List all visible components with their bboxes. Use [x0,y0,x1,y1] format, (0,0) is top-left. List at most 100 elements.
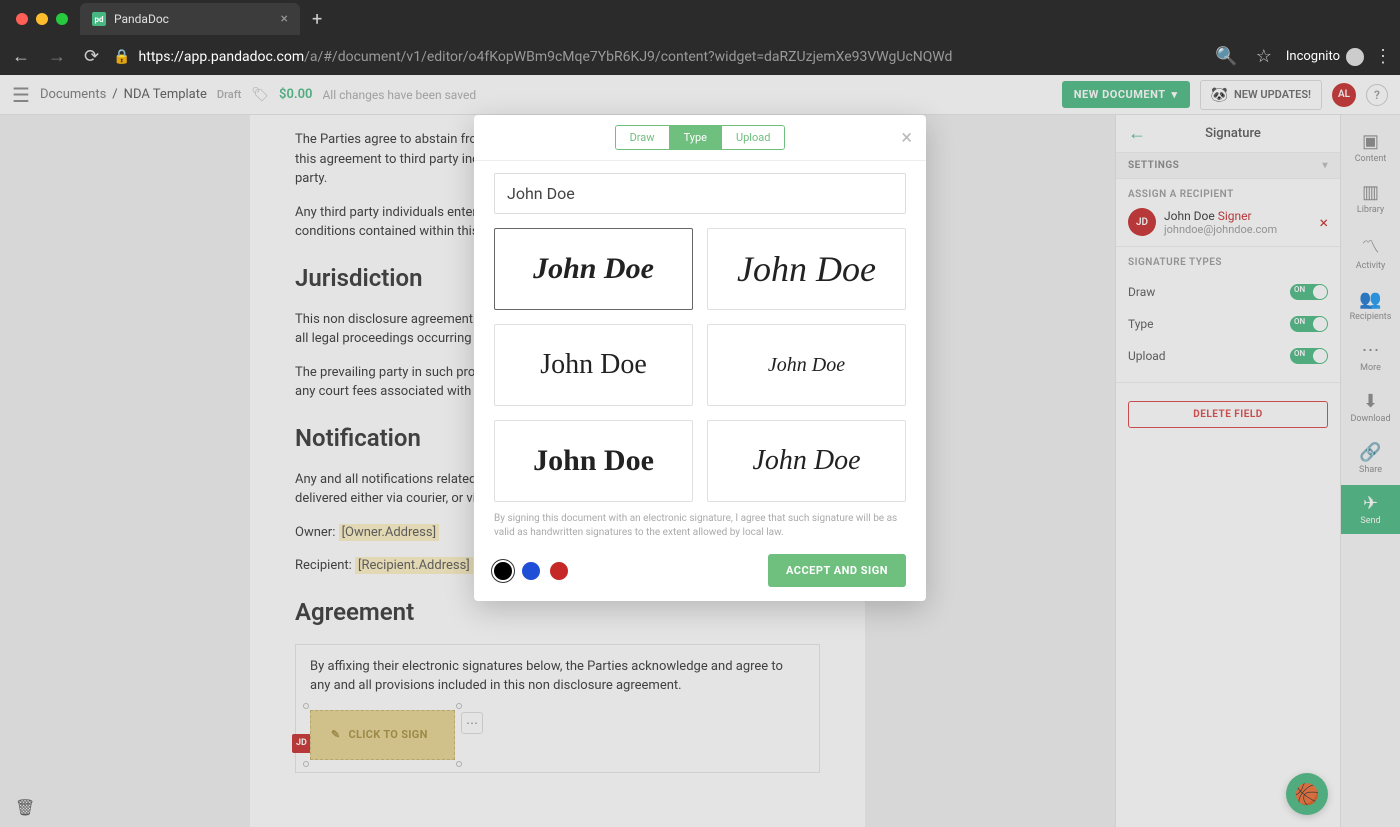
search-icon[interactable]: 🔍 [1211,42,1241,71]
signature-style-6[interactable]: John Doe [707,420,906,502]
back-button[interactable]: ← [8,42,34,71]
url-path: /a/#/document/v1/editor/o4fKopWBm9cMqe7Y… [304,49,952,65]
trash-icon[interactable]: 🗑 [15,798,35,817]
icon-rail: ▣Content ▥Library 〽Activity 👥Recipients … [1340,115,1400,827]
browser-chrome: pd PandaDoc × + ← → ⟳ 🔒 https://app.pand… [0,0,1400,75]
rail-more[interactable]: ⋯More [1341,332,1400,381]
sig-type-draw-row: Draw ON [1128,276,1328,308]
signature-widget: JD ✎ CLICK TO SIGN ⋯ [310,710,455,761]
click-to-sign-button[interactable]: ✎ CLICK TO SIGN [310,710,455,761]
signature-style-4[interactable]: John Doe [707,324,906,406]
rail-recipients[interactable]: 👥Recipients [1341,281,1400,330]
header-right: NEW DOCUMENT ▾ 🐼 NEW UPDATES! AL ? [1062,80,1388,110]
browser-tab[interactable]: pd PandaDoc × [80,3,300,35]
signature-style-1[interactable]: John Doe [494,228,693,310]
assign-recipient-block: ASSIGN A RECIPIENT JD John Doe Signer jo… [1116,179,1340,247]
window-maximize-button[interactable] [56,13,68,25]
accept-and-sign-button[interactable]: ACCEPT AND SIGN [768,554,906,587]
tab-close-icon[interactable]: × [281,11,288,27]
breadcrumb-separator: / [112,87,117,102]
more-icon: ⋯ [1362,340,1380,361]
signature-name-input[interactable] [494,173,906,214]
tag-icon[interactable]: 🏷 [251,87,269,103]
owner-address-placeholder[interactable]: [Owner.Address] [339,524,439,541]
window-minimize-button[interactable] [36,13,48,25]
color-swatch-blue[interactable] [522,562,540,580]
resize-handle[interactable] [456,761,462,767]
resize-handle[interactable] [303,761,309,767]
rail-library[interactable]: ▥Library [1341,174,1400,223]
side-panel: ← Signature SETTINGS ▾ ASSIGN A RECIPIEN… [1115,115,1340,827]
remove-recipient-icon[interactable]: × [1319,213,1328,232]
url-host: https://app.pandadoc.com [139,49,305,65]
agreement-text: By affixing their electronic signatures … [310,657,805,696]
download-icon: ⬇ [1363,391,1378,412]
rail-share[interactable]: 🔗Share [1341,434,1400,483]
color-picker [494,562,568,580]
signature-style-2[interactable]: John Doe [707,228,906,310]
modal-close-icon[interactable]: × [901,125,912,149]
sig-type-type-label: Type [1128,317,1154,331]
save-status: All changes have been saved [322,88,476,102]
settings-section-header[interactable]: SETTINGS ▾ [1116,153,1340,179]
rail-content[interactable]: ▣Content [1341,123,1400,172]
signature-modal: Draw Type Upload × John Doe John Doe Joh… [474,115,926,601]
delete-field-button[interactable]: DELETE FIELD [1128,401,1328,428]
address-bar[interactable]: 🔒 https://app.pandadoc.com/a/#/document/… [113,49,1201,65]
breadcrumb-root[interactable]: Documents [40,87,106,102]
signature-style-3[interactable]: John Doe [494,324,693,406]
new-updates-button[interactable]: 🐼 NEW UPDATES! [1200,80,1322,110]
more-options-button[interactable]: ⋯ [461,712,483,734]
new-document-button[interactable]: NEW DOCUMENT ▾ [1062,81,1190,108]
sig-type-type-toggle[interactable]: ON [1290,316,1328,332]
help-button[interactable]: ? [1366,84,1388,106]
breadcrumb-title: NDA Template [124,87,207,102]
color-swatch-red[interactable] [550,562,568,580]
sig-type-upload-row: Upload ON [1128,340,1328,372]
breadcrumb: Documents / NDA Template [40,87,207,102]
resize-handle[interactable] [303,703,309,709]
user-avatar[interactable]: AL [1332,83,1356,107]
sig-type-upload-toggle[interactable]: ON [1290,348,1328,364]
chat-bubble[interactable]: 🏀 [1286,773,1328,815]
menu-icon[interactable]: ☰ [12,83,30,107]
rail-send[interactable]: ✈Send [1341,485,1400,534]
rail-activity[interactable]: 〽Activity [1341,225,1400,279]
browser-menu-button[interactable]: ⋮ [1374,46,1392,67]
tab-type[interactable]: Type [669,126,721,149]
resize-handle[interactable] [456,703,462,709]
back-arrow-icon[interactable]: ← [1128,123,1146,144]
browser-toolbar: ← → ⟳ 🔒 https://app.pandadoc.com/a/#/doc… [0,38,1400,75]
agreement-box: By affixing their electronic signatures … [295,644,820,774]
sig-type-upload-label: Upload [1128,349,1166,363]
send-icon: ✈ [1363,493,1378,514]
signature-style-5[interactable]: John Doe [494,420,693,502]
tab-upload[interactable]: Upload [721,126,784,149]
panda-icon: 🐼 [1211,87,1228,103]
incognito-badge: Incognito [1286,48,1364,66]
tab-draw[interactable]: Draw [616,126,669,149]
signature-types-block: SIGNATURE TYPES Draw ON Type ON Upload O… [1116,247,1340,383]
sig-type-type-row: Type ON [1128,308,1328,340]
new-tab-button[interactable]: + [312,9,322,30]
signature-style-grid: John Doe John Doe John Doe John Doe John… [494,228,906,502]
activity-icon: 〽 [1362,233,1380,259]
tab-group: Draw Type Upload [615,125,786,150]
recipient-role: Signer [1218,209,1252,223]
recipients-icon: 👥 [1359,289,1381,310]
chevron-down-icon: ▾ [1172,88,1178,101]
sig-type-draw-toggle[interactable]: ON [1290,284,1328,300]
reload-button[interactable]: ⟳ [80,42,103,71]
assign-recipient-label: ASSIGN A RECIPIENT [1128,189,1328,200]
recipient-address-placeholder[interactable]: [Recipient.Address] [355,557,473,574]
rail-download[interactable]: ⬇Download [1341,383,1400,432]
draft-badge: Draft [217,88,241,101]
window-close-button[interactable] [16,13,28,25]
recipient-name: John Doe [1164,209,1215,223]
recipient-info: John Doe Signer johndoe@johndoe.com [1164,209,1311,236]
library-icon: ▥ [1362,182,1379,203]
color-swatch-black[interactable] [494,562,512,580]
forward-button[interactable]: → [44,42,70,71]
tab-title: PandaDoc [114,12,273,26]
bookmark-icon[interactable]: ☆ [1252,42,1276,71]
